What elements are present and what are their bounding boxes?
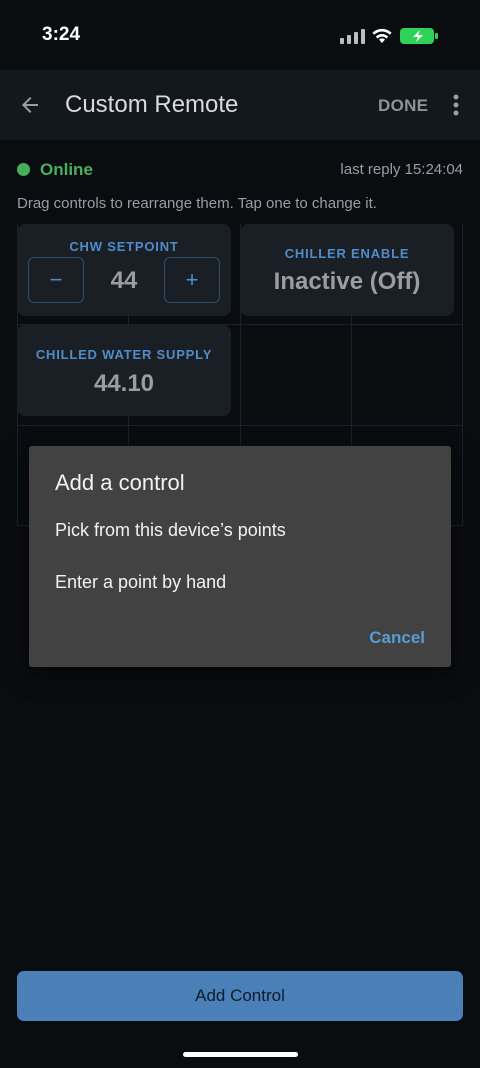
more-vert-icon[interactable] (448, 92, 464, 118)
status-bar: 3:24 (0, 0, 480, 70)
clock-time: 3:24 (42, 24, 81, 45)
page-title: Custom Remote (65, 91, 239, 118)
cellular-signal-icon (340, 29, 365, 44)
battery-charging-icon (400, 28, 438, 44)
add-control-label: Add Control (195, 986, 285, 1005)
chiller-enable-value: Inactive (Off) (273, 268, 421, 295)
pick-from-device-option[interactable]: Pick from this device’s points (55, 520, 286, 541)
chw-setpoint-label: CHW SETPOINT (69, 239, 179, 254)
chiller-enable-card[interactable]: CHILLER ENABLE Inactive (Off) (240, 224, 454, 316)
connection-status: Online (40, 160, 93, 179)
dialog-title: Add a control (55, 470, 185, 495)
arrow-left-icon[interactable] (18, 93, 42, 117)
chilled-water-supply-label: CHILLED WATER SUPPLY (35, 347, 213, 362)
last-reply-time: last reply 15:24:04 (340, 161, 463, 178)
home-indicator[interactable] (183, 1052, 298, 1057)
plus-label: + (185, 267, 199, 292)
done-button[interactable]: DONE (378, 96, 428, 116)
rearrange-hint: Drag controls to rearrange them. Tap one… (17, 195, 377, 212)
add-control-button[interactable]: Add Control (17, 971, 463, 1021)
chiller-enable-label: CHILLER ENABLE (284, 246, 410, 261)
chw-setpoint-card[interactable]: CHW SETPOINT − 44 + (17, 224, 231, 316)
chilled-water-supply-card[interactable]: CHILLED WATER SUPPLY 44.10 (17, 325, 231, 416)
enter-point-by-hand-option[interactable]: Enter a point by hand (55, 572, 226, 593)
chilled-water-supply-value: 44.10 (93, 370, 155, 397)
app-bar: Custom Remote DONE (0, 70, 480, 140)
increment-button[interactable]: + (164, 257, 220, 303)
wifi-icon (372, 28, 392, 43)
online-status-dot (17, 163, 30, 176)
add-control-dialog: Add a control Pick from this device’s po… (29, 446, 451, 667)
cancel-button[interactable]: Cancel (369, 628, 425, 648)
